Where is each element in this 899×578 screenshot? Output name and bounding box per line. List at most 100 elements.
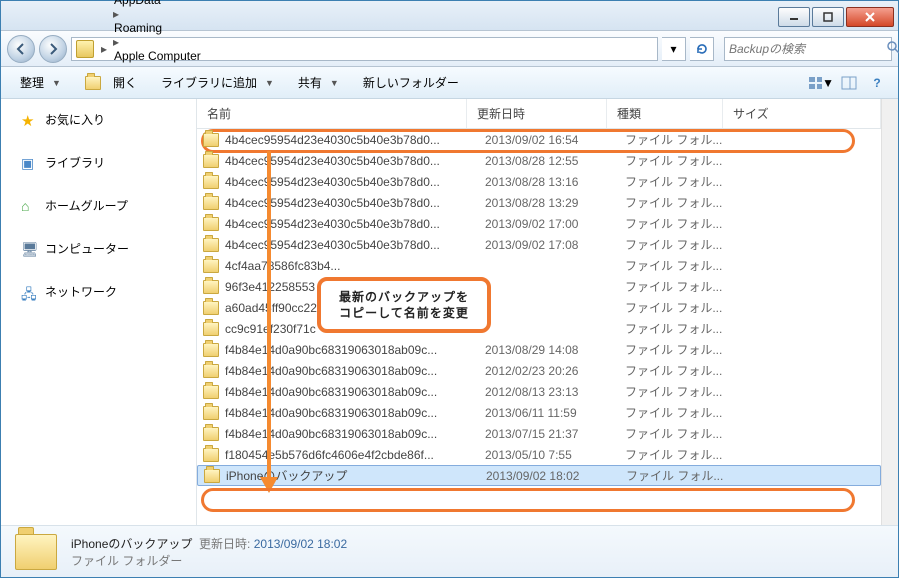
cell-date: 2013/09/02 16:54 bbox=[485, 133, 625, 147]
table-row[interactable]: 4b4cec95954d23e4030c5b40e3b78d0...2013/0… bbox=[197, 213, 881, 234]
file-list-pane: 名前 更新日時 種類 サイズ 最新のバックアップを コピーして名前を変更 4b4… bbox=[197, 99, 881, 525]
sidebar-homegroup[interactable]: ⌂ホームグループ bbox=[1, 193, 196, 218]
breadcrumb[interactable]: ▸ Michiko▸AppData▸Roaming▸Apple Computer… bbox=[71, 37, 658, 61]
column-header-date[interactable]: 更新日時 bbox=[467, 99, 607, 128]
cell-name: f4b84e14d0a90bc68319063018ab09c... bbox=[225, 364, 485, 378]
folder-icon bbox=[203, 154, 219, 168]
breadcrumb-item[interactable]: Apple Computer bbox=[110, 49, 205, 63]
folder-icon bbox=[203, 385, 219, 399]
cell-date: 2013/08/28 13:29 bbox=[485, 196, 625, 210]
column-header-type[interactable]: 種類 bbox=[607, 99, 723, 128]
column-header-size[interactable]: サイズ bbox=[723, 99, 881, 128]
cell-name: 4b4cec95954d23e4030c5b40e3b78d0... bbox=[225, 238, 485, 252]
table-row[interactable]: cc9c91ef230f71cファイル フォル... bbox=[197, 318, 881, 339]
cell-name: 4b4cec95954d23e4030c5b40e3b78d0... bbox=[225, 196, 485, 210]
annotation-highlight-bottom bbox=[201, 488, 855, 512]
view-options-button[interactable]: ▼ bbox=[808, 73, 834, 93]
table-row[interactable]: 4b4cec95954d23e4030c5b40e3b78d0...2013/0… bbox=[197, 234, 881, 255]
cell-type: ファイル フォル... bbox=[625, 341, 741, 358]
cell-date: 2013/08/28 12:55 bbox=[485, 154, 625, 168]
address-dropdown[interactable]: ▾ bbox=[662, 37, 686, 61]
table-row[interactable]: iPhoneのバックアップ2013/09/02 18:02ファイル フォル... bbox=[197, 465, 881, 486]
cell-type: ファイル フォル... bbox=[625, 383, 741, 400]
forward-button[interactable] bbox=[39, 35, 67, 63]
folder-icon bbox=[203, 427, 219, 441]
refresh-button[interactable] bbox=[690, 37, 714, 61]
library-icon: ▣ bbox=[21, 155, 37, 171]
organize-button[interactable]: 整理▼ bbox=[9, 70, 72, 95]
table-row[interactable]: 4b4cec95954d23e4030c5b40e3b78d0...2013/0… bbox=[197, 192, 881, 213]
cell-type: ファイル フォル... bbox=[625, 215, 741, 232]
folder-icon bbox=[203, 196, 219, 210]
folder-icon bbox=[76, 40, 94, 58]
table-row[interactable]: 4cf4aa78586fc83b4... ファイル フォル... bbox=[197, 255, 881, 276]
search-input[interactable] bbox=[729, 42, 886, 56]
chevron-down-icon: ▼ bbox=[330, 78, 339, 88]
status-type: ファイル フォルダー bbox=[71, 552, 347, 569]
close-button[interactable] bbox=[846, 7, 894, 27]
breadcrumb-item[interactable]: Roaming bbox=[110, 21, 205, 35]
cell-name: f4b84e14d0a90bc68319063018ab09c... bbox=[225, 385, 485, 399]
search-icon bbox=[886, 40, 899, 57]
breadcrumb-item[interactable]: AppData bbox=[110, 0, 205, 7]
table-row[interactable]: f4b84e14d0a90bc68319063018ab09c...2012/0… bbox=[197, 381, 881, 402]
sidebar-library[interactable]: ▣ライブラリ bbox=[1, 150, 196, 175]
sidebar-computer[interactable]: 🖥コンピューター bbox=[1, 236, 196, 261]
table-row[interactable]: 4b4cec95954d23e4030c5b40e3b78d0...2013/0… bbox=[197, 150, 881, 171]
cell-type: ファイル フォル... bbox=[625, 278, 741, 295]
cell-name: 4cf4aa78586fc83b4... bbox=[225, 259, 485, 273]
table-row[interactable]: 4b4cec95954d23e4030c5b40e3b78d0...2013/0… bbox=[197, 171, 881, 192]
folder-icon bbox=[203, 301, 219, 315]
cell-type: ファイル フォル... bbox=[625, 173, 741, 190]
toolbar: 整理▼ 開く ライブラリに追加▼ 共有▼ 新しいフォルダー ▼ ? bbox=[1, 67, 898, 99]
search-box[interactable] bbox=[724, 37, 892, 61]
homegroup-icon: ⌂ bbox=[21, 198, 37, 214]
table-row[interactable]: f180454e5b576d6fc4606e4f2cbde86f...2013/… bbox=[197, 444, 881, 465]
minimize-button[interactable] bbox=[778, 7, 810, 27]
cell-type: ファイル フォル... bbox=[626, 467, 742, 484]
chevron-right-icon[interactable]: ▸ bbox=[98, 42, 110, 56]
open-button[interactable]: 開く bbox=[74, 70, 148, 95]
sidebar-favorites[interactable]: ★お気に入り bbox=[1, 107, 196, 132]
folder-icon bbox=[203, 133, 219, 147]
cell-type: ファイル フォル... bbox=[625, 131, 741, 148]
table-row[interactable]: f4b84e14d0a90bc68319063018ab09c...2013/0… bbox=[197, 423, 881, 444]
sidebar: ★お気に入り ▣ライブラリ ⌂ホームグループ 🖥コンピューター 🖧ネットワーク bbox=[1, 99, 197, 525]
table-row[interactable]: 4b4cec95954d23e4030c5b40e3b78d0...2013/0… bbox=[197, 129, 881, 150]
sidebar-network[interactable]: 🖧ネットワーク bbox=[1, 279, 196, 304]
chevron-right-icon[interactable]: ▸ bbox=[110, 7, 122, 21]
cell-date: 2013/07/15 21:37 bbox=[485, 427, 625, 441]
network-icon: 🖧 bbox=[21, 284, 37, 300]
library-add-button[interactable]: ライブラリに追加▼ bbox=[150, 70, 285, 95]
share-button[interactable]: 共有▼ bbox=[287, 70, 350, 95]
folder-icon bbox=[203, 238, 219, 252]
column-header-row: 名前 更新日時 種類 サイズ bbox=[197, 99, 881, 129]
vertical-scrollbar[interactable] bbox=[881, 99, 898, 525]
cell-type: ファイル フォル... bbox=[625, 194, 741, 211]
back-button[interactable] bbox=[7, 35, 35, 63]
cell-name: iPhoneのバックアップ bbox=[226, 467, 486, 484]
maximize-button[interactable] bbox=[812, 7, 844, 27]
cell-name: 4b4cec95954d23e4030c5b40e3b78d0... bbox=[225, 217, 485, 231]
cell-name: f4b84e14d0a90bc68319063018ab09c... bbox=[225, 343, 485, 357]
cell-type: ファイル フォル... bbox=[625, 425, 741, 442]
table-row[interactable]: f4b84e14d0a90bc68319063018ab09c...2013/0… bbox=[197, 402, 881, 423]
table-row[interactable]: f4b84e14d0a90bc68319063018ab09c...2012/0… bbox=[197, 360, 881, 381]
folder-icon bbox=[203, 448, 219, 462]
cell-name: f4b84e14d0a90bc68319063018ab09c... bbox=[225, 427, 485, 441]
cell-type: ファイル フォル... bbox=[625, 320, 741, 337]
cell-date: 2013/09/02 17:00 bbox=[485, 217, 625, 231]
table-row[interactable]: a60ad45ff90cc22bファイル フォル... bbox=[197, 297, 881, 318]
column-header-name[interactable]: 名前 bbox=[197, 99, 467, 128]
cell-type: ファイル フォル... bbox=[625, 299, 741, 316]
preview-pane-button[interactable] bbox=[836, 73, 862, 93]
table-row[interactable]: 96f3e412258553ファイル フォル... bbox=[197, 276, 881, 297]
cell-date: 2013/09/02 18:02 bbox=[486, 469, 626, 483]
nav-bar: ▸ Michiko▸AppData▸Roaming▸Apple Computer… bbox=[1, 31, 898, 67]
cell-type: ファイル フォル... bbox=[625, 257, 741, 274]
help-button[interactable]: ? bbox=[864, 73, 890, 93]
chevron-right-icon[interactable]: ▸ bbox=[110, 35, 122, 49]
cell-date: 2012/08/13 23:13 bbox=[485, 385, 625, 399]
table-row[interactable]: f4b84e14d0a90bc68319063018ab09c...2013/0… bbox=[197, 339, 881, 360]
new-folder-button[interactable]: 新しいフォルダー bbox=[352, 70, 470, 95]
